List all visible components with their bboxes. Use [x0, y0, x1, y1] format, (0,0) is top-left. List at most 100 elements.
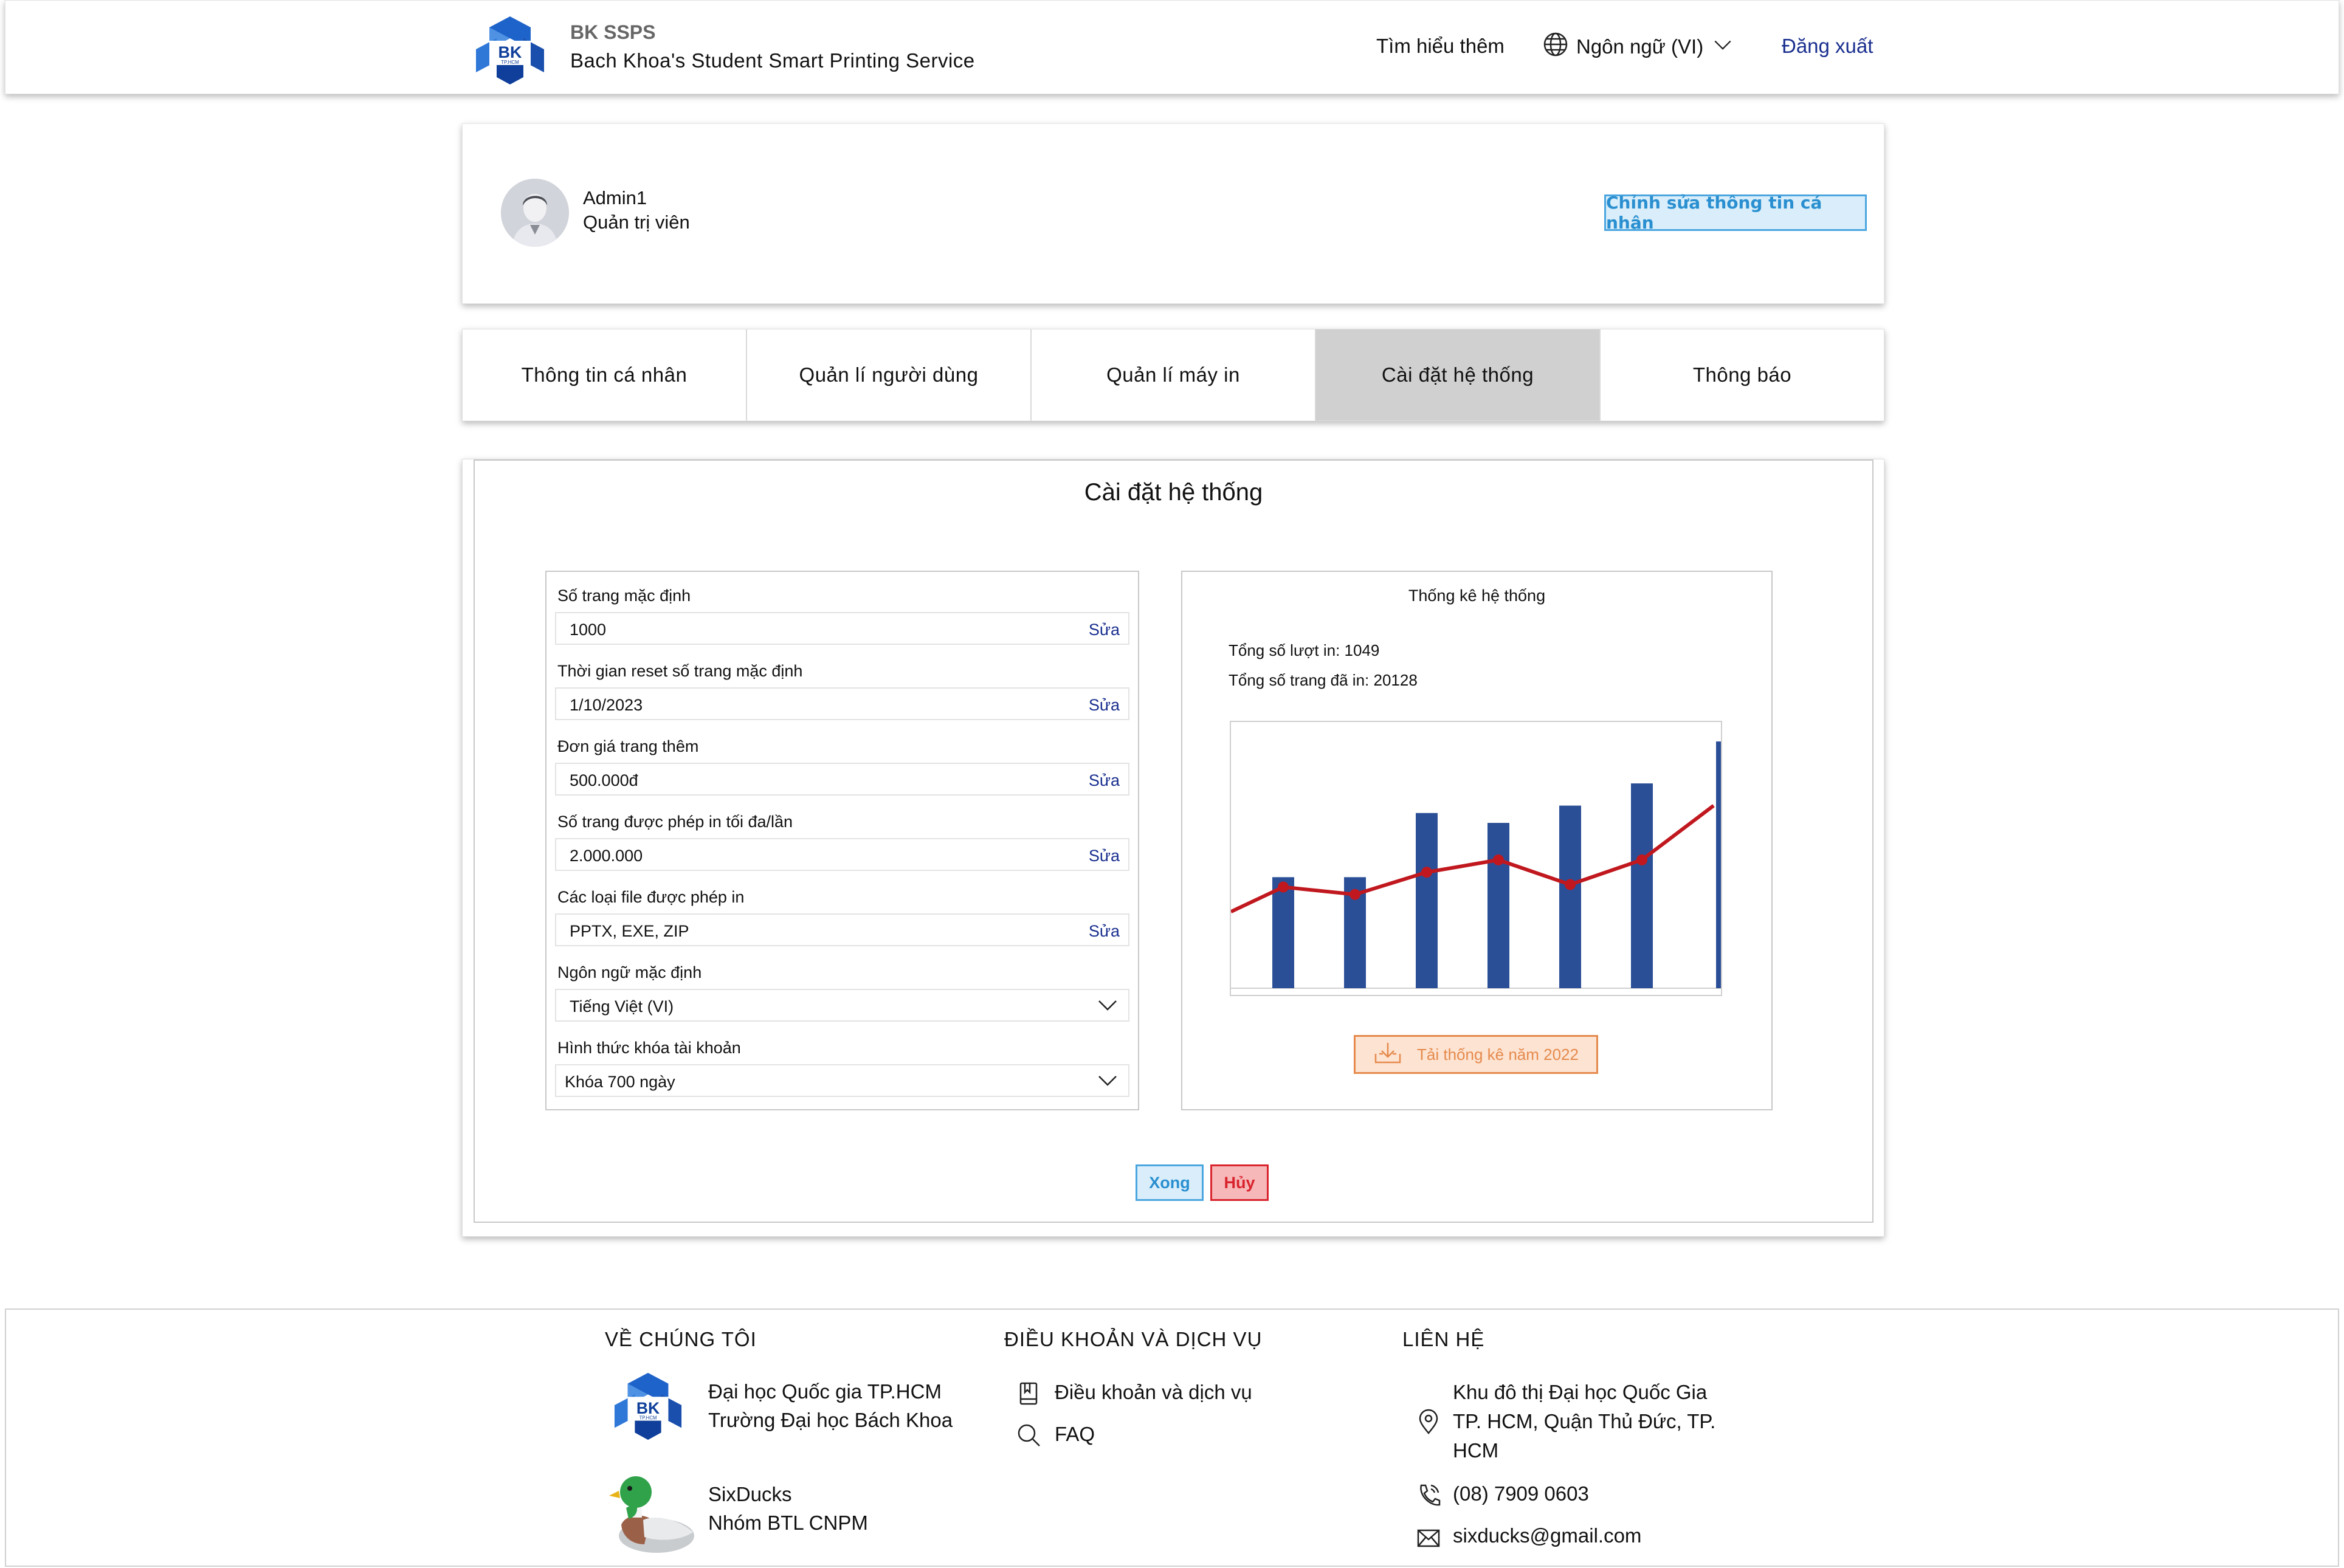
default-pages-label: Số trang mặc định [557, 586, 691, 605]
address-line1: Khu đô thị Đại học Quốc Gia [1453, 1381, 1708, 1403]
chevron-down-icon [1711, 32, 1735, 61]
admin-tabs: Thông tin cá nhân Quản lí người dùng Quả… [462, 329, 1884, 421]
field-value: PPTX, EXE, ZIP [570, 922, 689, 940]
chart-point [1493, 854, 1504, 865]
field-value: Tiếng Việt (VI) [570, 997, 674, 1016]
svg-text:TP.HCM: TP.HCM [501, 60, 519, 65]
tab-printer-management[interactable]: Quản lí máy in [1032, 329, 1316, 421]
field-value: 500.000đ [570, 771, 638, 789]
contact-heading: LIÊN HỆ [1402, 1328, 1485, 1350]
download-label: Tải thống kê năm 2022 [1417, 1045, 1579, 1064]
chevron-down-icon [1097, 996, 1119, 1014]
globe-icon [1542, 31, 1569, 63]
chart-canvas [1231, 741, 1721, 989]
done-button[interactable]: Xong [1136, 1164, 1204, 1201]
default-language-select[interactable]: Tiếng Việt (VI) [555, 989, 1129, 1022]
top-header: BK TP.HCM BK SSPS Bach Khoa's Student Sm… [5, 0, 2339, 94]
edit-link[interactable]: Sửa [1089, 621, 1120, 639]
file-types-label: Các loại file được phép in [557, 888, 745, 906]
edit-link[interactable]: Sửa [1089, 771, 1120, 790]
edit-profile-button[interactable]: Chỉnh sửa thông tin cá nhân [1604, 193, 1867, 233]
svg-text:BK: BK [636, 1399, 660, 1417]
lock-type-select[interactable]: Khóa 700 ngày [555, 1064, 1129, 1097]
avatar [501, 179, 569, 247]
settings-panel: Cài đặt hệ thống Số trang mặc định 1000 … [462, 459, 1884, 1237]
phone-number[interactable]: (08) 7909 0603 [1453, 1479, 1589, 1508]
field-value: Khóa 700 ngày [565, 1073, 675, 1091]
location-pin-icon [1415, 1409, 1442, 1436]
chart-point [1565, 879, 1576, 890]
tab-personal-info[interactable]: Thông tin cá nhân [463, 329, 747, 421]
bk-logo[interactable]: BK TP.HCM [474, 14, 546, 87]
tab-user-management[interactable]: Quản lí người dùng [747, 329, 1032, 421]
brand-subtitle: Bach Khoa's Student Smart Printing Servi… [570, 49, 975, 72]
default-pages-field[interactable]: 1000 Sửa [555, 612, 1129, 645]
stats-chart [1230, 721, 1722, 996]
tab-notifications[interactable]: Thông báo [1601, 329, 1884, 421]
address-line3: HCM [1453, 1439, 1499, 1462]
download-icon [1373, 1040, 1402, 1069]
field-value: 2.000.000 [570, 847, 643, 865]
chart-point [1421, 867, 1432, 878]
settings-frame: Cài đặt hệ thống Số trang mặc định 1000 … [474, 459, 1873, 1223]
chart-bar [1272, 877, 1294, 988]
extra-page-price-field[interactable]: 500.000đ Sửa [555, 763, 1129, 796]
file-types-field[interactable]: PPTX, EXE, ZIP Sửa [555, 913, 1129, 946]
svg-text:TP.HCM: TP.HCM [639, 1415, 657, 1421]
chart-bar [1559, 805, 1581, 988]
total-pages: Tổng số trang đã in: 20128 [1229, 671, 1418, 689]
brand-name: BK SSPS [570, 21, 656, 43]
max-pages-field[interactable]: 2.000.000 Sửa [555, 838, 1129, 871]
duck-logo [608, 1469, 699, 1554]
chart-bar [1416, 813, 1438, 988]
book-icon [1015, 1380, 1042, 1407]
footer: VỀ CHÚNG TÔI BK TP.HCM Đại học Quốc gia … [5, 1308, 2339, 1567]
terms-link[interactable]: Điều khoản và dịch vụ [1055, 1378, 1252, 1406]
default-language-label: Ngôn ngữ mặc định [557, 963, 702, 982]
page-title: Cài đặt hệ thống [1084, 479, 1263, 506]
stats-title: Thống kê hệ thống [1408, 586, 1546, 605]
faq-link[interactable]: FAQ [1055, 1420, 1095, 1448]
svg-text:BK: BK [498, 43, 522, 61]
profile-name: Admin1 [583, 187, 647, 208]
download-stats-button[interactable]: Tải thống kê năm 2022 [1354, 1035, 1598, 1074]
reset-time-label: Thời gian reset số trang mặc định [557, 662, 803, 680]
cancel-button[interactable]: Hủy [1210, 1164, 1269, 1201]
tab-system-settings[interactable]: Cài đặt hệ thống [1316, 329, 1601, 421]
team-name: SixDucks [708, 1483, 792, 1505]
max-pages-label: Số trang được phép in tối đa/lần [557, 813, 793, 831]
email-link[interactable]: sixducks@gmail.com [1453, 1521, 1641, 1550]
team-desc: Nhóm BTL CNPM [708, 1511, 868, 1534]
logout-link[interactable]: Đăng xuất [1782, 35, 1873, 58]
about-heading: VỀ CHÚNG TÔI [605, 1328, 757, 1350]
chart-point [1350, 889, 1360, 900]
learn-more-link[interactable]: Tìm hiểu thêm [1376, 35, 1505, 58]
language-label: Ngôn ngữ (VI) [1576, 35, 1704, 58]
school-name: Trường Đại học Bách Khoa [708, 1409, 953, 1431]
language-selector[interactable]: Ngôn ngữ (VI) [1542, 32, 1735, 61]
stats-panel: Thống kê hệ thống Tổng số lượt in: 1049 … [1181, 571, 1773, 1110]
bk-logo-footer: BK TP.HCM [612, 1370, 684, 1442]
chart-bar [1487, 822, 1509, 988]
profile-card: Admin1 Quản trị viên Chỉnh sửa thông tin… [462, 123, 1884, 304]
chart-point [1278, 881, 1289, 893]
reset-time-field[interactable]: 1/10/2023 Sửa [555, 687, 1129, 720]
phone-icon [1415, 1482, 1442, 1508]
search-icon [1015, 1422, 1042, 1448]
chevron-down-icon [1097, 1071, 1119, 1090]
chart-bar [1631, 783, 1653, 988]
extra-page-price-label: Đơn giá trang thêm [557, 737, 699, 755]
university-name: Đại học Quốc gia TP.HCM [708, 1380, 942, 1403]
total-prints: Tổng số lượt in: 1049 [1229, 641, 1380, 659]
edit-link[interactable]: Sửa [1089, 847, 1120, 865]
edit-link[interactable]: Sửa [1089, 696, 1120, 715]
terms-heading: ĐIỀU KHOẢN VÀ DỊCH VỤ [1004, 1328, 1263, 1350]
field-value: 1000 [570, 621, 607, 639]
lock-type-label: Hình thức khóa tài khoản [557, 1039, 741, 1057]
settings-form: Số trang mặc định 1000 Sửa Thời gian res… [545, 571, 1139, 1110]
address-line2: TP. HCM, Quận Thủ Đức, TP. [1453, 1410, 1716, 1432]
chart-point [1636, 854, 1647, 865]
edit-link[interactable]: Sửa [1089, 922, 1120, 941]
chart-bar [1716, 741, 1721, 988]
mail-icon [1415, 1524, 1442, 1551]
